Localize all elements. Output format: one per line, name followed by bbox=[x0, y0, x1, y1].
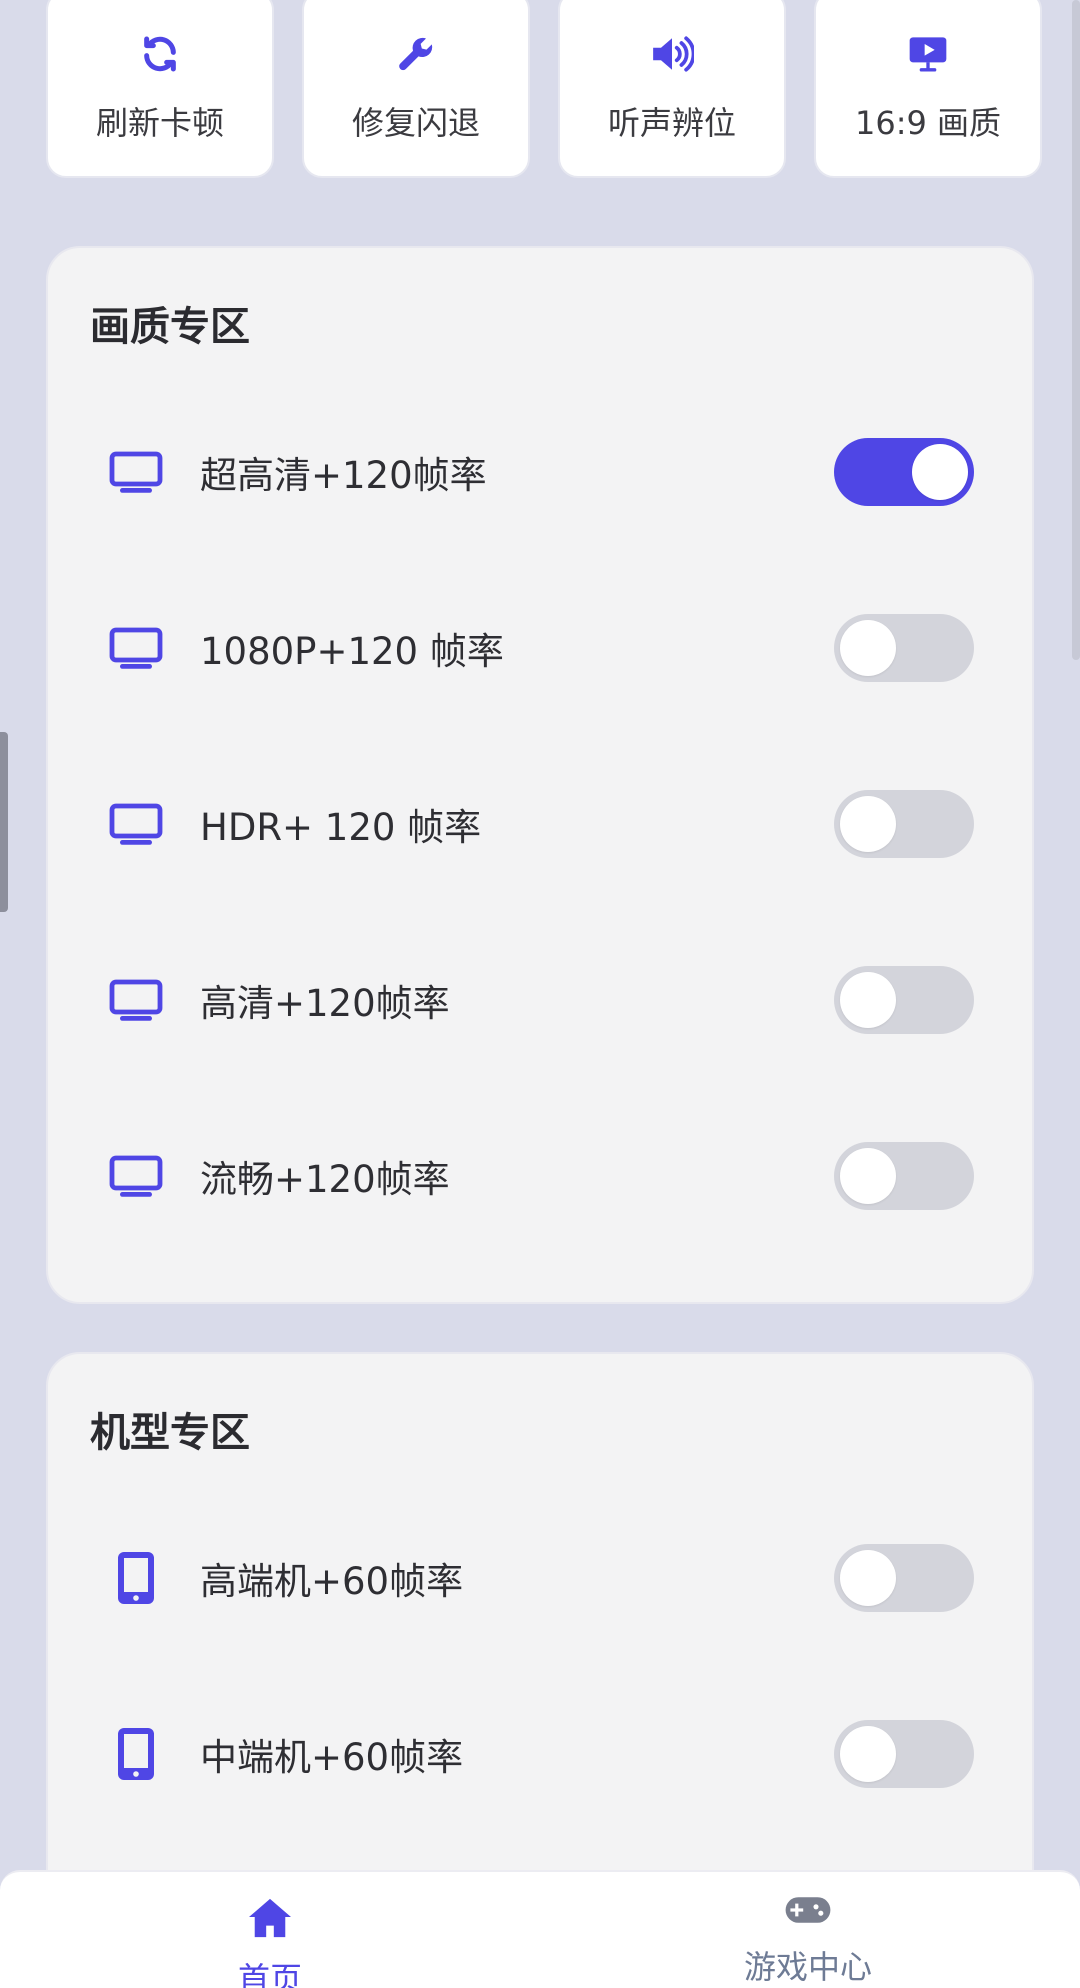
device-label: 高端机+60帧率 bbox=[200, 1560, 464, 1603]
toggle-knob bbox=[840, 1550, 896, 1606]
quality-label: HDR+ 120 帧率 bbox=[200, 806, 482, 849]
quality-label: 超高清+120帧率 bbox=[200, 454, 487, 497]
quick-action-refresh[interactable]: 刷新卡顿 bbox=[46, 0, 274, 178]
nav-label: 首页 bbox=[237, 1960, 302, 1988]
quality-label: 流畅+120帧率 bbox=[200, 1158, 450, 1201]
quality-row-ultra-hd: 超高清+120帧率 bbox=[48, 432, 1032, 512]
toggle-knob bbox=[840, 796, 896, 852]
quality-row-1080p: 1080P+120 帧率 bbox=[48, 608, 1032, 688]
section-title: 机型专区 bbox=[90, 1410, 250, 1456]
monitor-icon bbox=[108, 796, 164, 852]
scrollbar[interactable] bbox=[1072, 0, 1080, 660]
quick-action-label: 听声辨位 bbox=[607, 104, 736, 142]
monitor-icon bbox=[108, 972, 164, 1028]
toggle-switch[interactable] bbox=[834, 1142, 974, 1210]
quick-actions: 刷新卡顿 修复闪退 听声辨位 16:9 画质 bbox=[46, 0, 1042, 178]
device-row-high-end: 高端机+60帧率 bbox=[48, 1538, 1032, 1618]
toggle-knob bbox=[840, 1148, 896, 1204]
wrench-icon bbox=[394, 32, 438, 76]
nav-home[interactable]: 首页 bbox=[120, 1872, 420, 1988]
quick-action-label: 刷新卡顿 bbox=[95, 104, 224, 142]
section-title: 画质专区 bbox=[90, 304, 250, 350]
quick-action-label: 16:9 画质 bbox=[854, 104, 1002, 142]
quality-label: 1080P+120 帧率 bbox=[200, 630, 504, 673]
quick-action-sound-locate[interactable]: 听声辨位 bbox=[558, 0, 786, 178]
toggle-switch[interactable] bbox=[834, 1544, 974, 1612]
quality-label: 高清+120帧率 bbox=[200, 982, 450, 1025]
monitor-icon bbox=[108, 444, 164, 500]
monitor-icon bbox=[108, 1148, 164, 1204]
device-label: 中端机+60帧率 bbox=[200, 1736, 464, 1779]
home-icon bbox=[246, 1894, 294, 1942]
toggle-knob bbox=[840, 1726, 896, 1782]
nav-game-center[interactable]: 游戏中心 bbox=[658, 1872, 958, 1988]
quick-action-fix-crash[interactable]: 修复闪退 bbox=[302, 0, 530, 178]
refresh-icon bbox=[138, 32, 182, 76]
toggle-switch[interactable] bbox=[834, 966, 974, 1034]
toggle-knob bbox=[840, 972, 896, 1028]
page: 刷新卡顿 修复闪退 听声辨位 16:9 画质 画质专区 超高清+120帧率 10… bbox=[0, 0, 1080, 1988]
bottom-nav: 首页 游戏中心 bbox=[0, 1870, 1080, 1988]
edge-handle[interactable] bbox=[0, 732, 8, 912]
toggle-switch[interactable] bbox=[834, 790, 974, 858]
phone-icon bbox=[108, 1726, 164, 1782]
quality-row-hd: 高清+120帧率 bbox=[48, 960, 1032, 1040]
monitor-play-icon bbox=[906, 32, 950, 76]
toggle-switch[interactable] bbox=[834, 1720, 974, 1788]
quick-action-16-9[interactable]: 16:9 画质 bbox=[814, 0, 1042, 178]
speaker-icon bbox=[650, 32, 694, 76]
toggle-switch[interactable] bbox=[834, 438, 974, 506]
toggle-knob bbox=[840, 620, 896, 676]
device-row-mid-range: 中端机+60帧率 bbox=[48, 1714, 1032, 1794]
quality-row-hdr: HDR+ 120 帧率 bbox=[48, 784, 1032, 864]
toggle-switch[interactable] bbox=[834, 614, 974, 682]
gamepad-icon bbox=[784, 1886, 832, 1934]
monitor-icon bbox=[108, 620, 164, 676]
quick-action-label: 修复闪退 bbox=[351, 104, 480, 142]
toggle-knob bbox=[912, 444, 968, 500]
phone-icon bbox=[108, 1550, 164, 1606]
nav-label: 游戏中心 bbox=[743, 1948, 872, 1986]
quality-row-smooth: 流畅+120帧率 bbox=[48, 1136, 1032, 1216]
quality-section: 画质专区 超高清+120帧率 1080P+120 帧率 HDR+ 120 帧率 bbox=[46, 246, 1034, 1304]
